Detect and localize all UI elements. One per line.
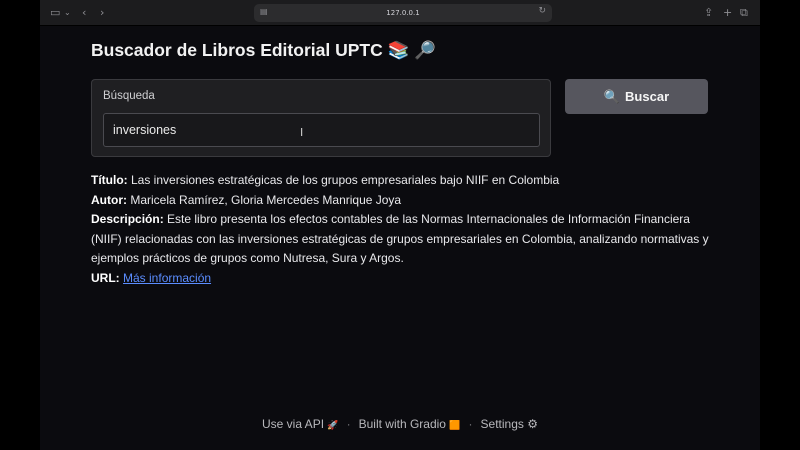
back-icon[interactable]: ‹ xyxy=(82,6,86,20)
forward-icon[interactable]: › xyxy=(100,6,104,20)
text-cursor-icon: I xyxy=(300,126,304,139)
footer-separator: · xyxy=(468,417,473,431)
use-via-api-label: Use via API xyxy=(262,417,325,431)
letterbox-left xyxy=(0,0,40,450)
share-icon[interactable]: ⇪ xyxy=(704,6,713,20)
page-title: Buscador de Libros Editorial UPTC 📚 🔎 xyxy=(91,40,436,61)
sidebar-toggle-icon[interactable]: ▭ xyxy=(50,6,60,20)
footer: Use via API 🚀 · Built with Gradio 🟧 · Se… xyxy=(40,417,760,431)
page-title-text: Buscador de Libros Editorial UPTC xyxy=(91,40,383,60)
use-via-api-link[interactable]: Use via API 🚀 xyxy=(262,417,339,431)
search-input[interactable] xyxy=(103,113,540,147)
built-with-gradio-label: Built with Gradio xyxy=(358,417,446,431)
browser-toolbar: ▭ ⌄ ‹ › ▤ 127.0.0.1 ↻ ⇪ + ⧉ xyxy=(40,0,760,26)
gradio-logo-icon: 🟧 xyxy=(449,420,461,430)
new-tab-icon[interactable]: + xyxy=(723,6,732,20)
gradio-app: Buscador de Libros Editorial UPTC 📚 🔎 Bú… xyxy=(40,26,760,450)
browser-window: ▭ ⌄ ‹ › ▤ 127.0.0.1 ↻ ⇪ + ⧉ Buscador de … xyxy=(40,0,760,450)
result-author-label: Autor: xyxy=(91,192,127,207)
gear-icon: ⚙ xyxy=(527,417,538,431)
search-button[interactable]: 🔍 Buscar xyxy=(565,79,708,114)
result-title-label: Título: xyxy=(91,173,128,187)
result-url-line: URL: Más información xyxy=(91,269,711,289)
chevron-down-icon[interactable]: ⌄ xyxy=(64,6,71,20)
address-url: 127.0.0.1 xyxy=(386,9,420,17)
result-description-value: Este libro presenta los efectos contable… xyxy=(91,212,709,265)
result-description-label: Descripción: xyxy=(91,212,164,226)
built-with-gradio-link[interactable]: Built with Gradio 🟧 xyxy=(359,417,461,431)
settings-label: Settings xyxy=(480,417,524,431)
search-label: Búsqueda xyxy=(103,90,155,102)
search-block: Búsqueda I xyxy=(91,79,551,157)
result-author-value: Maricela Ramírez, Gloria Mercedes Manriq… xyxy=(130,192,402,207)
books-magnifier-icon: 📚 🔎 xyxy=(387,40,437,60)
search-icon: 🔍 xyxy=(603,88,621,104)
search-results: Título: Las inversiones estratégicas de … xyxy=(91,171,711,288)
result-url-label: URL: xyxy=(91,270,120,285)
search-button-label: Buscar xyxy=(625,89,670,104)
rocket-icon: 🚀 xyxy=(327,420,339,430)
tab-overview-icon[interactable]: ⧉ xyxy=(740,6,748,20)
result-description-line: Descripción: Este libro presenta los efe… xyxy=(91,210,711,269)
page-settings-icon[interactable]: ▤ xyxy=(260,7,268,16)
result-title-line: Título: Las inversiones estratégicas de … xyxy=(91,171,711,191)
result-author-line: Autor: Maricela Ramírez, Gloria Mercedes… xyxy=(91,191,711,211)
footer-separator: · xyxy=(346,417,351,431)
letterbox-right xyxy=(760,0,800,450)
more-info-link[interactable]: Más información xyxy=(123,271,211,285)
settings-link[interactable]: Settings ⚙ xyxy=(481,417,538,431)
address-bar[interactable]: ▤ 127.0.0.1 ↻ xyxy=(254,4,552,22)
result-title-value: Las inversiones estratégicas de los grup… xyxy=(131,173,560,187)
reload-icon[interactable]: ↻ xyxy=(538,6,546,16)
